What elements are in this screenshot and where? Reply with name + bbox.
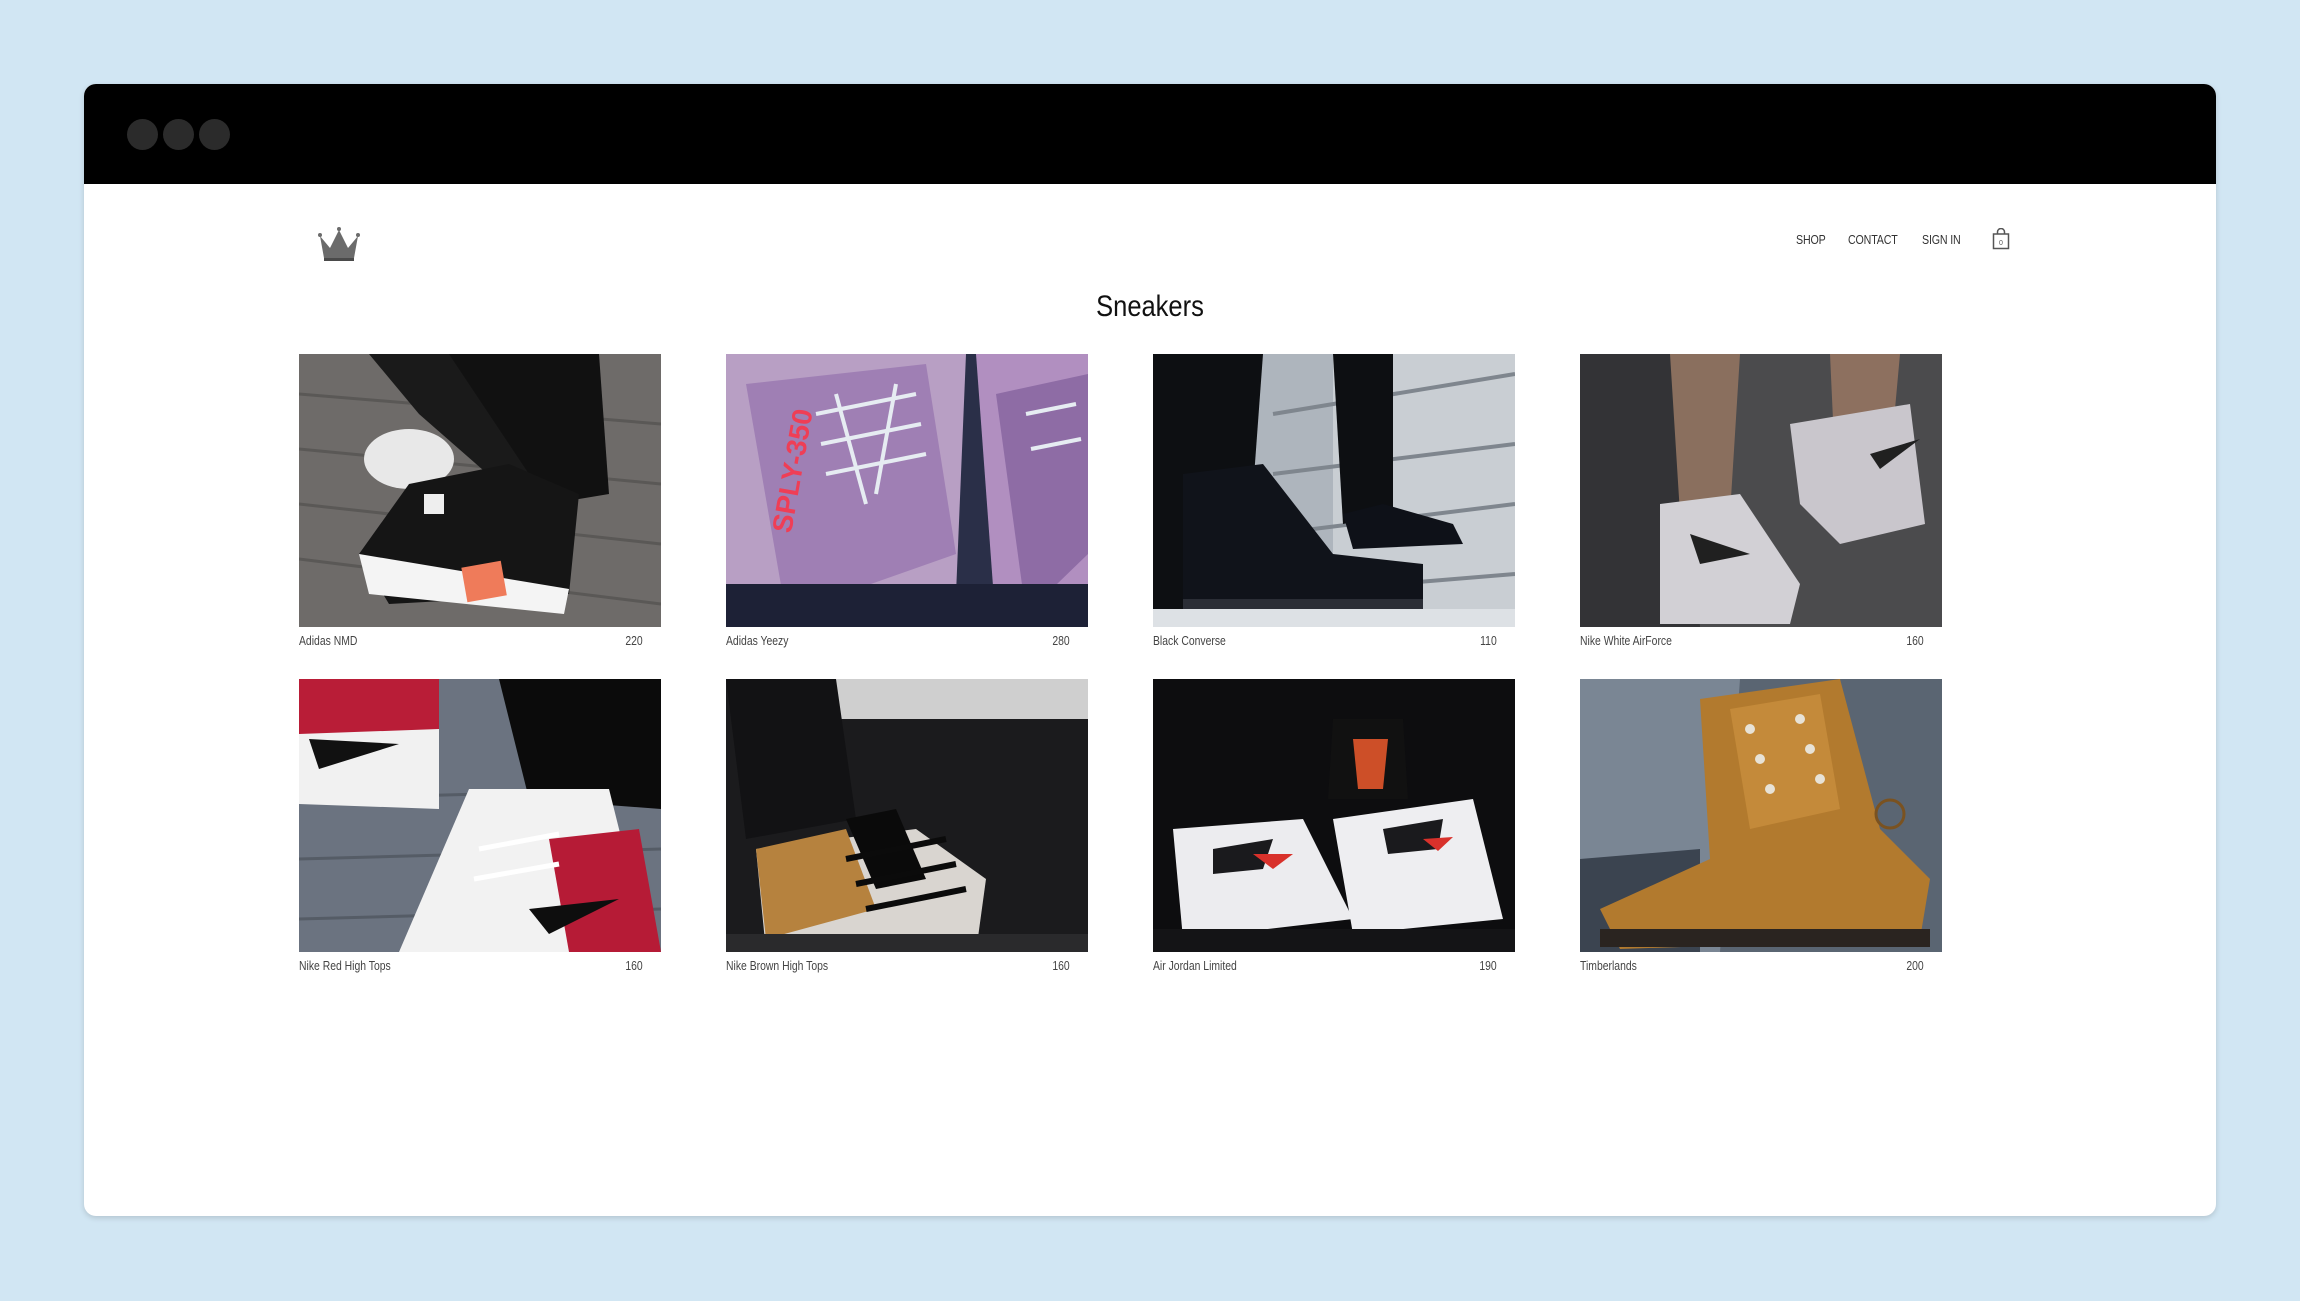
product-card[interactable]: Black Converse 110 <box>1153 354 1515 654</box>
nav-contact-link[interactable]: CONTACT <box>1848 232 1898 247</box>
svg-text:0: 0 <box>1999 240 2003 247</box>
product-price: 160 <box>1052 958 1070 973</box>
product-image[interactable] <box>299 354 661 627</box>
crown-icon[interactable] <box>316 224 362 264</box>
window-titlebar <box>84 84 2216 184</box>
product-name[interactable]: Nike Brown High Tops <box>726 958 828 973</box>
product-card[interactable]: SPLY-350 Adidas Yeezy 280 <box>726 354 1088 654</box>
nav-sign-in-link[interactable]: SIGN IN <box>1922 232 1961 247</box>
product-image[interactable] <box>1580 354 1942 627</box>
product-price: 280 <box>1052 633 1070 648</box>
product-image[interactable] <box>726 679 1088 952</box>
product-price: 190 <box>1479 958 1497 973</box>
product-name[interactable]: Black Converse <box>1153 633 1226 648</box>
product-price: 220 <box>625 633 643 648</box>
product-name[interactable]: Timberlands <box>1580 958 1637 973</box>
window-control-dot[interactable] <box>163 119 194 150</box>
top-nav: SHOP CONTACT SIGN IN 0 <box>1796 227 2010 250</box>
nav-shop-link[interactable]: SHOP <box>1796 232 1826 247</box>
product-card[interactable]: Nike White AirForce 160 <box>1580 354 1942 654</box>
product-image[interactable] <box>1580 679 1942 952</box>
product-image[interactable] <box>1153 679 1515 952</box>
product-card[interactable]: Air Jordan Limited 190 <box>1153 679 1515 979</box>
product-name[interactable]: Adidas NMD <box>299 633 357 648</box>
product-image[interactable] <box>299 679 661 952</box>
product-price: 160 <box>625 958 643 973</box>
product-card[interactable]: Nike Brown High Tops 160 <box>726 679 1088 979</box>
product-card[interactable]: Adidas NMD 220 <box>299 354 661 654</box>
product-price: 110 <box>1480 633 1497 648</box>
product-card[interactable]: Nike Red High Tops 160 <box>299 679 661 979</box>
product-name[interactable]: Nike Red High Tops <box>299 958 391 973</box>
page-title: Sneakers <box>1096 290 1204 323</box>
browser-window: SHOP CONTACT SIGN IN 0 Sneakers Adidas N… <box>84 84 2216 1216</box>
product-name[interactable]: Nike White AirForce <box>1580 633 1672 648</box>
product-name[interactable]: Adidas Yeezy <box>726 633 788 648</box>
product-image[interactable] <box>1153 354 1515 627</box>
product-card[interactable]: Timberlands 200 <box>1580 679 1942 979</box>
product-price: 200 <box>1906 958 1924 973</box>
shopping-bag-icon[interactable]: 0 <box>1992 227 2010 250</box>
window-control-dot[interactable] <box>199 119 230 150</box>
window-control-dot[interactable] <box>127 119 158 150</box>
product-price: 160 <box>1906 633 1924 648</box>
product-name[interactable]: Air Jordan Limited <box>1153 958 1237 973</box>
product-image[interactable]: SPLY-350 <box>726 354 1088 627</box>
